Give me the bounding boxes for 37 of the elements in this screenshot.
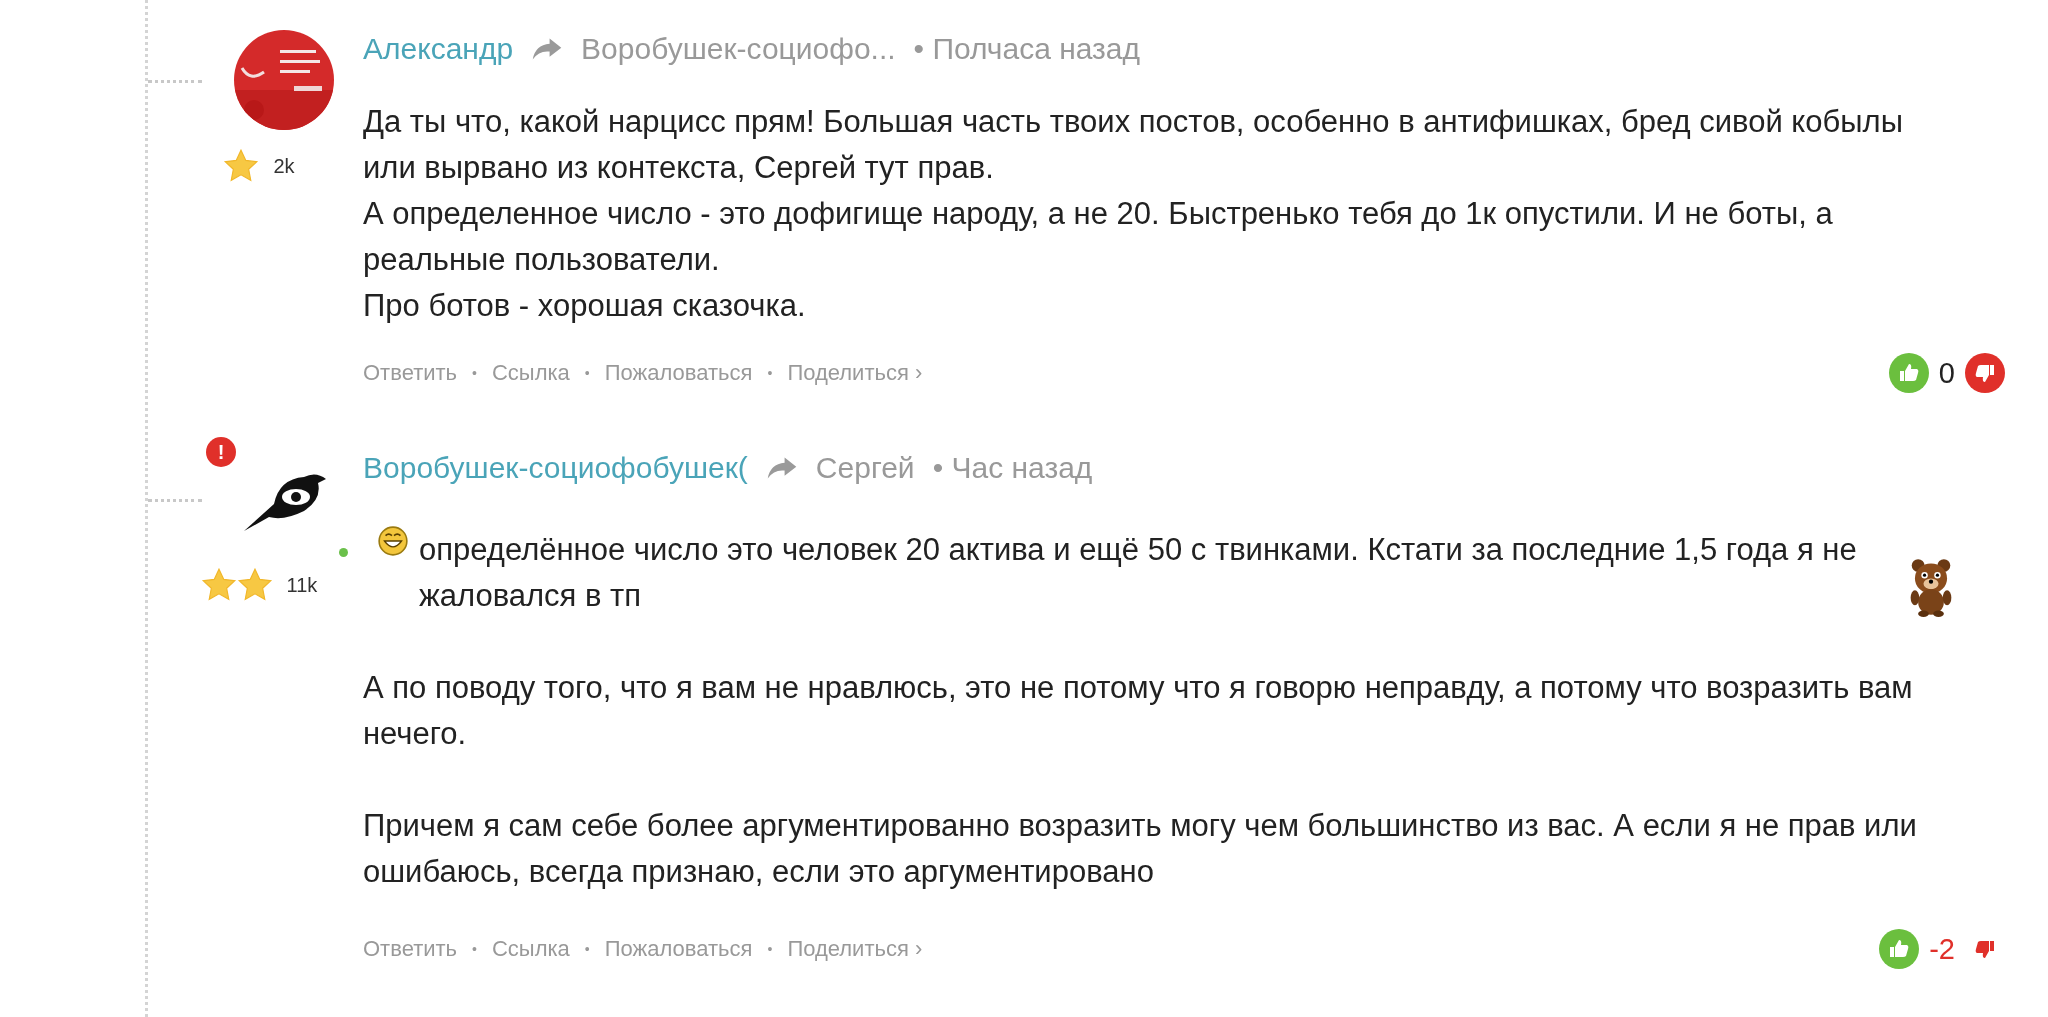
comment-action-link[interactable]: Ответить <box>363 936 458 962</box>
comment-action-link[interactable]: Пожаловаться <box>604 360 753 386</box>
comment-text: А определенное число - это дофигище народу, а не 20. Быстренько тебя до 1к опустили. И не боты, а реальные пользователи. <box>363 195 1834 279</box>
comment-action-link[interactable]: Пожаловаться <box>604 936 753 962</box>
comment-action-link[interactable]: Поделиться › <box>787 360 923 386</box>
comment-action-link[interactable]: Ссылка <box>491 360 570 386</box>
score: 0 <box>1938 356 1955 390</box>
reply-to-link[interactable]: Сергей <box>815 451 915 485</box>
comment-text: Да ты что, какой нарцисс прям! Большая часть твоих постов, особенно в антифишках, бред сивой кобылы или вырвано из контекста, Сергей тут прав. <box>363 103 1904 187</box>
score: -2 <box>1929 932 1955 966</box>
separator-dot: • <box>584 941 590 957</box>
downvote-button[interactable] <box>1965 353 2005 393</box>
comment-action-link[interactable]: Ссылка <box>491 936 570 962</box>
reply-to-link[interactable]: Воробушек-социофо... <box>581 32 896 66</box>
star-icon <box>236 567 273 603</box>
separator-dot: • <box>767 941 773 957</box>
comment-action-link[interactable]: Ответить <box>363 360 458 386</box>
rating: 2k <box>273 154 295 178</box>
rating: 11k <box>286 573 318 597</box>
comment-action-link[interactable]: Поделиться › <box>787 936 923 962</box>
author-link[interactable]: Воробушек-социофобушек( <box>363 451 748 485</box>
timestamp: • Час назад <box>932 451 1093 485</box>
timestamp: • Полчаса назад <box>913 32 1141 66</box>
separator-dot: • <box>472 365 477 381</box>
comment-text: Причем я сам себе более аргументированно возразить могу чем большинство из вас. А если я не прав или ошибаюсь, всегда признаю, если это аргументировано <box>363 807 1918 891</box>
separator-dot: • <box>472 941 477 957</box>
star-icon <box>223 148 260 184</box>
separator-dot: • <box>767 365 773 381</box>
separator-dot: • <box>584 365 590 381</box>
comment-text: А по поводу того, что я вам не нравлюсь, это не потому что я говорю неправду, а потому что возразить вам нечего. <box>363 669 1914 753</box>
comment-text: определённое число это человек 20 актива и ещё 50 с твинками. Кстати за последние 1,5 года я не жаловался в тп <box>419 531 1858 615</box>
alert-badge: ! <box>206 437 236 467</box>
comment-text: Про ботов - хорошая сказочка. <box>363 287 806 325</box>
star-icon <box>200 567 237 603</box>
bear-emoji-icon <box>1909 557 1953 617</box>
author-link[interactable]: Александр <box>363 32 514 66</box>
grinning-emoji-icon <box>377 525 409 557</box>
